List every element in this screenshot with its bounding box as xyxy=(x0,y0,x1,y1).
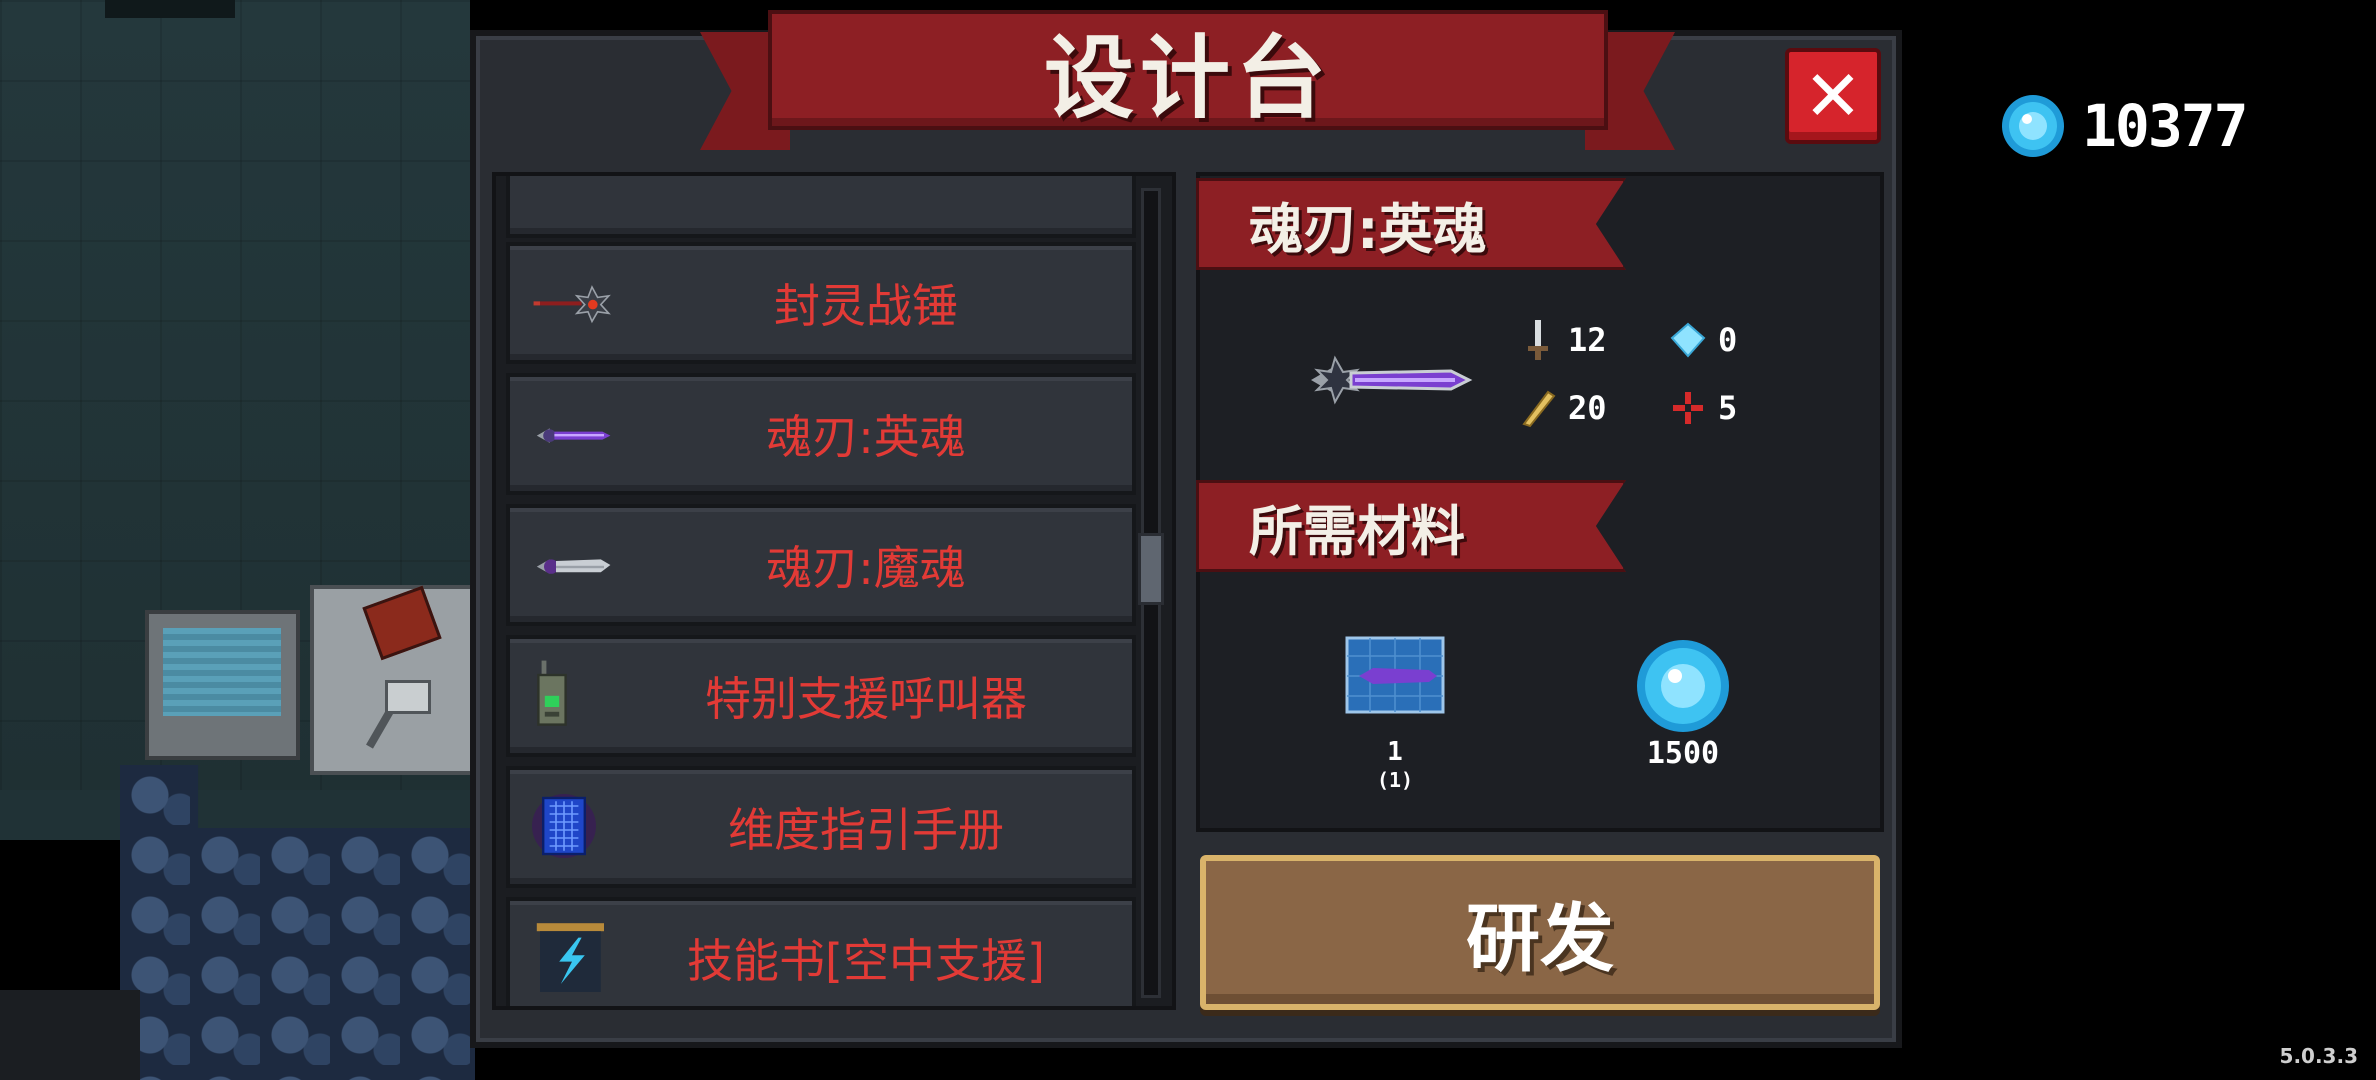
energy-crystal-icon xyxy=(1670,322,1706,358)
list-item-label: 特别支援呼叫器 xyxy=(705,672,1027,726)
stat-energy-value: 0 xyxy=(1718,321,1738,359)
stat-spread: 5 xyxy=(1668,386,1737,430)
blueprint-count-value: 1 xyxy=(1387,737,1403,767)
research-button-label: 研发 xyxy=(1466,896,1614,982)
stat-energy: 0 xyxy=(1668,318,1737,362)
soul-blade-preview-icon xyxy=(1311,355,1473,405)
list-item-label: 维度指引手册 xyxy=(728,803,1004,857)
list-item-support-caller[interactable]: 特别支援呼叫器 xyxy=(506,635,1136,757)
weapon-name: 魂刃:英魂 xyxy=(1249,197,1487,261)
stat-spread-value: 5 xyxy=(1718,389,1738,427)
gem-counter: 10377 xyxy=(2000,92,2249,160)
list-item-skill-book[interactable]: 技能书[空中支援] xyxy=(506,897,1136,1006)
blueprint-owned-value: (1) xyxy=(1376,768,1414,792)
close-icon: ✕ xyxy=(1803,55,1863,137)
gem-icon xyxy=(2002,95,2064,157)
list-item-label: 魂刃:魔魂 xyxy=(766,541,966,595)
rock-corner xyxy=(0,990,140,1080)
crosshair-icon xyxy=(1673,392,1703,424)
list-scrollbar-thumb[interactable] xyxy=(1138,533,1164,605)
weapon-name-tag: 魂刃:英魂 xyxy=(1196,178,1626,270)
crit-feather-icon xyxy=(1522,390,1556,428)
blueprint-list[interactable]: 封灵战锤 魂刃:英魂 魂刃:魔魂 特别支援呼叫器 维度指引手册 技能书[空中支援… xyxy=(492,172,1176,1010)
blueprint-icon xyxy=(1345,636,1445,714)
sword-icon xyxy=(1528,320,1548,360)
materials-label: 所需材料 xyxy=(1249,499,1465,563)
list-item-soul-blade[interactable]: 魂刃:英魂 xyxy=(506,373,1136,495)
stat-crit: 20 xyxy=(1518,386,1607,430)
list-item-label: 魂刃:英魂 xyxy=(766,410,966,464)
gem-cost-icon xyxy=(1637,640,1729,732)
stat-damage: 12 xyxy=(1518,318,1607,362)
dialog-title: 设计台 xyxy=(1044,26,1332,131)
monitor-screen xyxy=(163,628,281,716)
hammer-prop xyxy=(385,680,431,714)
title-ribbon: 设计台 xyxy=(768,10,1608,131)
materials-tag: 所需材料 xyxy=(1196,480,1626,572)
computer-monitor xyxy=(145,610,300,760)
close-button[interactable]: ✕ xyxy=(1785,48,1881,144)
list-item-label xyxy=(600,176,1132,234)
blueprint-count: 1 (1) xyxy=(1345,738,1445,794)
list-item-label: 封灵战锤 xyxy=(774,279,958,333)
list-item-label: 技能书[空中支援] xyxy=(687,934,1045,988)
list-item-dimension-book[interactable]: 维度指引手册 xyxy=(506,766,1136,888)
wall-edge xyxy=(105,0,235,18)
list-item[interactable] xyxy=(506,176,1136,238)
list-item-mace[interactable]: 封灵战锤 xyxy=(506,242,1136,364)
stat-crit-value: 20 xyxy=(1568,389,1607,427)
gem-amount: 10377 xyxy=(2082,92,2249,160)
gem-cost: 1500 xyxy=(1646,736,1720,771)
version-label: 5.0.3.3 xyxy=(2279,1044,2358,1068)
list-item-demon-blade[interactable]: 魂刃:魔魂 xyxy=(506,504,1136,626)
stat-damage-value: 12 xyxy=(1568,321,1607,359)
research-button[interactable]: 研发 xyxy=(1200,855,1880,1010)
